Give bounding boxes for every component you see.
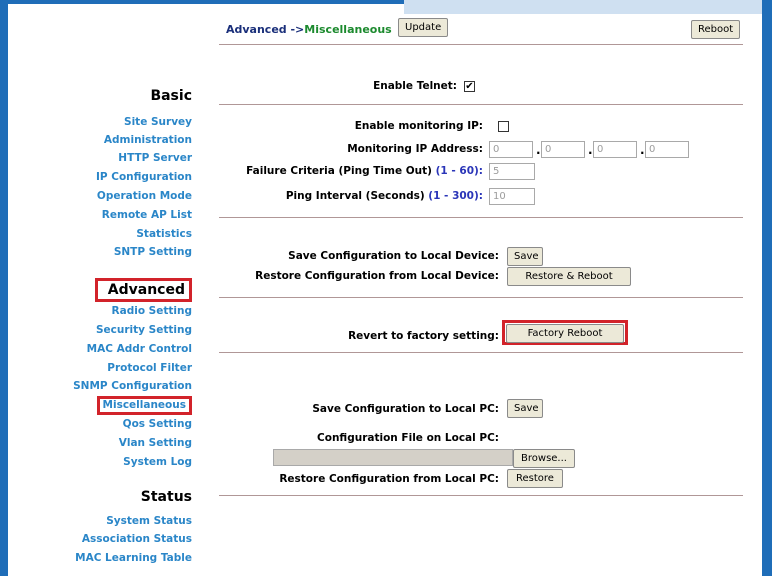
sidebar-item-association-status[interactable]: Association Status [82,533,192,545]
divider [219,104,743,105]
sidebar-item-miscellaneous[interactable]: Miscellaneous [96,396,192,415]
restore-config-local-pc-label: Restore Configuration from Local PC: [279,473,499,485]
save-local-device-button[interactable]: Save [507,247,543,266]
revert-factory-label: Revert to factory setting: [348,330,499,342]
sidebar-item-operation-mode[interactable]: Operation Mode [97,190,192,202]
ping-interval-range: (1 - 300): [428,190,483,202]
top-bar: Advanced ->Miscellaneous Update Reboot [219,14,743,42]
sidebar-section-status: Status [140,489,192,505]
ip-dot-separator: . [588,143,593,157]
ping-interval-text: Ping Interval (Seconds) [285,190,425,202]
sidebar-item-radio-setting[interactable]: Radio Setting [112,305,192,317]
failure-criteria-range: (1 - 60): [435,165,483,177]
sidebar-section-advanced: Advanced [94,278,192,302]
config-file-local-pc-label: Configuration File on Local PC: [317,432,499,444]
browse-button[interactable]: Browse... [513,449,575,468]
sidebar-item-qos-setting[interactable]: Qos Setting [123,418,192,430]
sidebar-item-statistics[interactable]: Statistics [136,228,192,240]
divider [219,352,743,353]
frame-right-border [762,0,772,576]
config-file-path-input[interactable] [273,449,513,466]
restore-config-local-device-label: Restore Configuration from Local Device: [255,270,499,282]
ip-dot-separator: . [536,143,541,157]
sidebar-item-mac-addr-control[interactable]: MAC Addr Control [87,343,192,355]
update-button[interactable]: Update [398,18,449,37]
sidebar-item-protocol-filter[interactable]: Protocol Filter [107,362,192,374]
ping-interval-input[interactable]: 10 [489,188,535,205]
sidebar-item-ip-configuration[interactable]: IP Configuration [96,171,192,183]
failure-criteria-input[interactable]: 5 [489,163,535,180]
save-config-local-device-label: Save Configuration to Local Device: [288,250,499,262]
frame-left-border [0,0,8,576]
monitoring-ip-octet-1[interactable]: 0 [489,141,533,158]
ip-dot-separator: . [640,143,645,157]
sidebar-item-system-log[interactable]: System Log [123,456,192,468]
enable-monitoring-ip-checkbox[interactable] [498,121,509,132]
divider [219,217,743,218]
divider [219,44,743,45]
save-config-local-pc-label: Save Configuration to Local PC: [312,403,499,415]
breadcrumb-section: Advanced -> [226,23,305,36]
sidebar-item-site-survey[interactable]: Site Survey [124,116,192,128]
restore-reboot-button[interactable]: Restore & Reboot [507,267,631,286]
failure-criteria-label: Failure Criteria (Ping Time Out) (1 - 60… [219,165,483,177]
sidebar-item-mac-learning-table[interactable]: MAC Learning Table [75,552,192,564]
reboot-button[interactable]: Reboot [691,20,741,39]
monitoring-ip-octet-4[interactable]: 0 [645,141,689,158]
monitoring-ip-octet-2[interactable]: 0 [541,141,585,158]
sidebar-item-vlan-setting[interactable]: Vlan Setting [119,437,192,449]
sidebar-item-http-server[interactable]: HTTP Server [118,152,192,164]
breadcrumb: Advanced ->Miscellaneous [226,23,392,36]
restore-button[interactable]: Restore [507,469,563,488]
factory-reboot-button[interactable]: Factory Reboot [506,324,624,343]
sidebar-item-sntp-setting[interactable]: SNTP Setting [114,246,192,258]
save-local-pc-button[interactable]: Save [507,399,543,418]
sidebar-nav: Basic Site Survey Administration HTTP Se… [8,0,192,576]
sidebar-item-security-setting[interactable]: Security Setting [96,324,192,336]
sidebar-section-basic: Basic [150,88,192,104]
sidebar-item-administration[interactable]: Administration [104,134,192,146]
divider [219,495,743,496]
enable-telnet-label: Enable Telnet: [373,80,457,92]
sidebar-item-snmp-configuration[interactable]: SNMP Configuration [73,380,192,392]
main-content: Advanced ->Miscellaneous Update Reboot E… [219,0,743,576]
enable-telnet-checkbox[interactable]: ✔ [464,81,475,92]
breadcrumb-page: Miscellaneous [304,23,392,36]
monitoring-ip-address-label: Monitoring IP Address: [347,143,483,155]
ping-interval-label: Ping Interval (Seconds) (1 - 300): [219,190,483,202]
sidebar-item-remote-ap-list[interactable]: Remote AP List [102,209,192,221]
failure-criteria-text: Failure Criteria (Ping Time Out) [246,165,432,177]
monitoring-ip-octet-3[interactable]: 0 [593,141,637,158]
sidebar-item-system-status[interactable]: System Status [106,515,192,527]
enable-monitoring-ip-label: Enable monitoring IP: [354,120,483,132]
divider [219,297,743,298]
